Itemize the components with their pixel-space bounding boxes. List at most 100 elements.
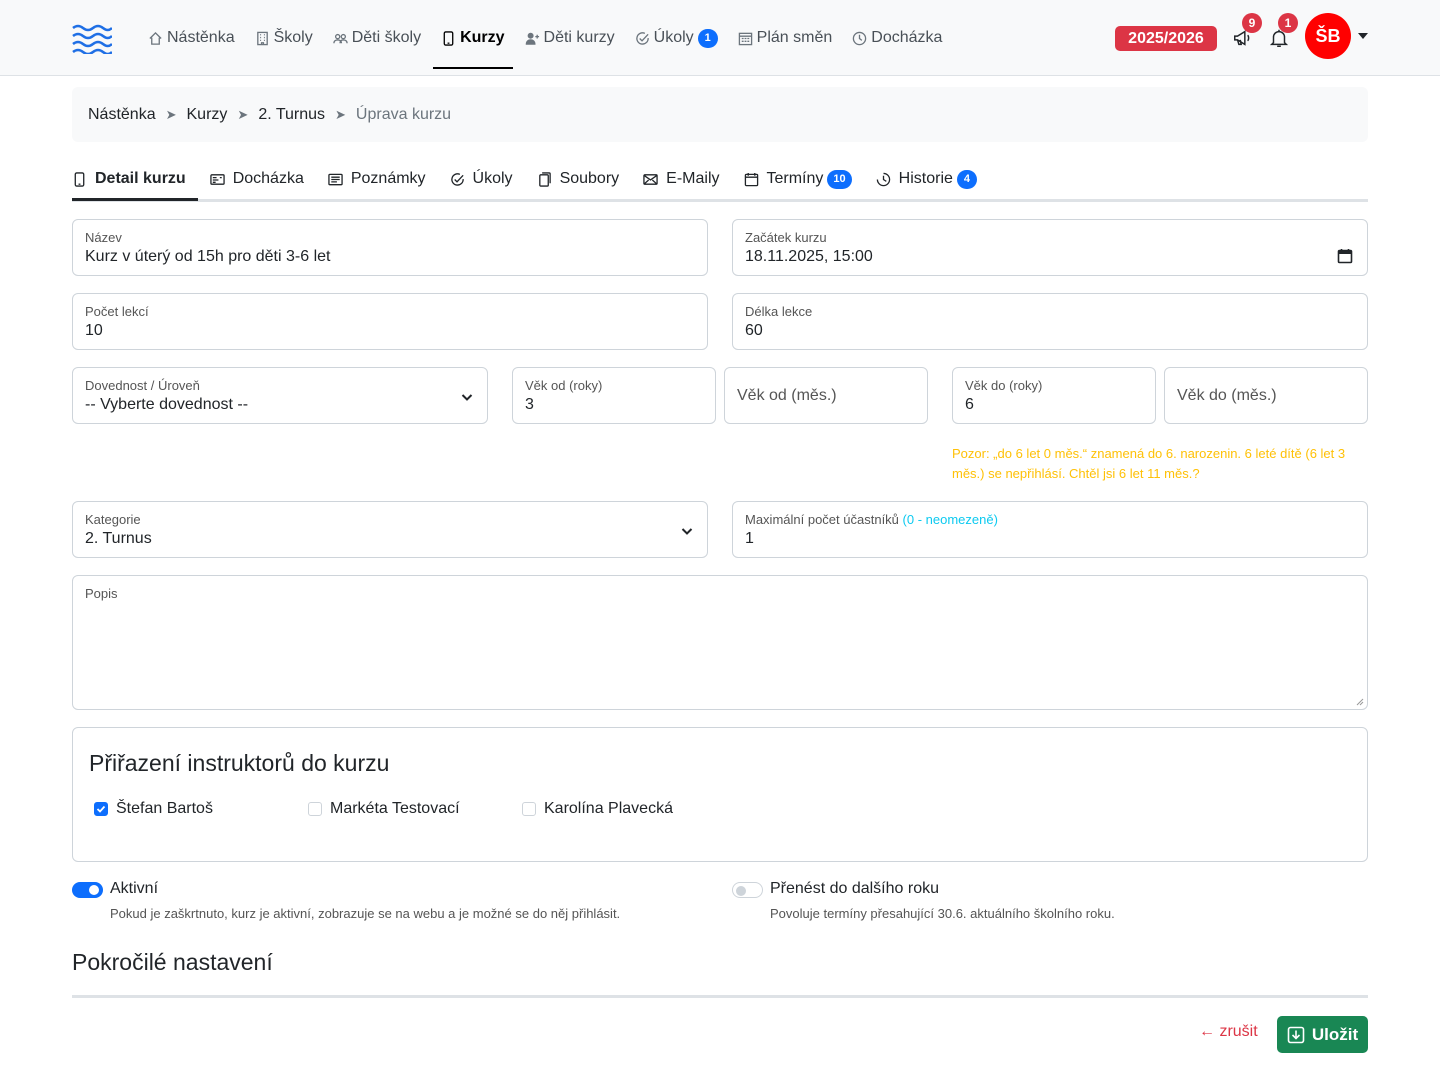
waves-logo-icon[interactable] — [72, 24, 112, 54]
category-value[interactable]: 2. Turnus — [85, 530, 152, 548]
carry-over-toggle[interactable] — [732, 882, 763, 898]
breadcrumb: Nástěnka ➤ Kurzy ➤ 2. Turnus ➤ Úprava ku… — [72, 87, 1368, 142]
course-name-field[interactable]: Název Kurz v úterý od 15h pro děti 3-6 l… — [72, 219, 708, 276]
tab-label: Termíny — [766, 170, 824, 187]
field-label: Začátek kurzu — [745, 230, 827, 245]
field-label: Délka lekce — [745, 304, 813, 319]
school-year-badge[interactable]: 2025/2026 — [1115, 26, 1217, 51]
instructor-checkbox-3[interactable]: Karolína Plavecká — [522, 800, 673, 818]
calendar-grid-icon — [738, 32, 752, 45]
nav-item-attendance[interactable]: Docházka — [844, 18, 950, 58]
tab-files[interactable]: Soubory — [537, 160, 632, 198]
tab-notes[interactable]: Poznámky — [328, 160, 438, 198]
tablet-icon — [443, 30, 454, 46]
breadcrumb-separator-icon: ➤ — [335, 106, 346, 122]
tasks-count-badge: 1 — [697, 28, 718, 48]
tab-course-detail[interactable]: Detail kurzu — [72, 160, 198, 201]
age-warning-text: Pozor: „do 6 let 0 měs.“ znamená do 6. n… — [952, 446, 1346, 481]
toggle-knob — [736, 886, 746, 896]
tab-label: Detail kurzu — [95, 170, 186, 187]
nav-item-label: Úkoly — [653, 29, 694, 46]
tab-tasks[interactable]: Úkoly — [450, 160, 525, 198]
max-participants-value[interactable]: 1 — [745, 530, 754, 548]
age-to-months-placeholder: Věk do (měs.) — [1177, 387, 1277, 404]
announcements-button[interactable]: 9 — [1232, 13, 1262, 51]
checkbox-checked-icon[interactable] — [94, 802, 108, 816]
instructor-checkbox-1[interactable]: Štefan Bartoš — [94, 800, 213, 818]
calendar-icon — [744, 172, 758, 186]
skill-level-select[interactable]: Dovednost / Úroveň -- Vyberte dovednost … — [72, 367, 488, 424]
card-icon — [209, 173, 225, 185]
max-participants-field[interactable]: Maximální počet účastníků (0 - neomezeně… — [732, 501, 1368, 558]
notifications-count-badge: 1 — [1278, 13, 1298, 33]
tab-emails[interactable]: E-Maily — [643, 160, 731, 198]
course-start-field[interactable]: Začátek kurzu 18.11.2025, 15:00 — [732, 219, 1368, 276]
toggle-knob — [89, 885, 99, 895]
tab-dates[interactable]: Termíny 10 — [744, 160, 864, 198]
checkbox-empty-icon[interactable] — [522, 802, 536, 816]
carry-over-help-text: Povoluje termíny přesahující 30.6. aktuá… — [770, 906, 1115, 921]
instructor-checkbox-2[interactable]: Markéta Testovací — [308, 800, 460, 818]
save-download-icon — [1287, 1026, 1305, 1043]
nav-item-label: Děti školy — [351, 29, 422, 46]
tab-label: Úkoly — [472, 170, 513, 187]
course-name-value[interactable]: Kurz v úterý od 15h pro děti 3-6 let — [85, 248, 330, 266]
cancel-link[interactable]: ← zrušit — [1199, 1023, 1258, 1041]
lesson-length-field[interactable]: Délka lekce 60 — [732, 293, 1368, 350]
chevron-down-icon — [461, 390, 473, 402]
age-to-years-value[interactable]: 6 — [965, 396, 974, 414]
nav-item-school-children[interactable]: Děti školy — [325, 18, 429, 58]
notifications-button[interactable]: 1 — [1268, 13, 1298, 51]
caret-down-icon[interactable] — [1358, 33, 1368, 39]
advanced-settings-title[interactable]: Pokročilé nastavení — [72, 949, 273, 976]
tab-history[interactable]: Historie 4 — [876, 160, 989, 198]
save-button-label: Uložit — [1311, 1024, 1359, 1044]
tab-label: Soubory — [559, 170, 620, 187]
category-select[interactable]: Kategorie 2. Turnus — [72, 501, 708, 558]
nav-item-dashboard[interactable]: Nástěnka — [140, 18, 243, 58]
clock-icon — [853, 31, 867, 45]
house-icon — [149, 31, 162, 45]
tablet-icon — [74, 171, 85, 187]
description-textarea[interactable]: Popis — [72, 575, 1368, 710]
age-to-years-field[interactable]: Věk do (roky) 6 — [952, 367, 1156, 424]
breadcrumb-item-category[interactable]: 2. Turnus — [258, 106, 325, 124]
nav-item-course-children[interactable]: Děti kurzy — [517, 18, 623, 58]
field-label: Maximální počet účastníků (0 - neomezeně… — [745, 512, 998, 527]
save-button[interactable]: Uložit — [1277, 1016, 1368, 1053]
age-from-years-field[interactable]: Věk od (roky) 3 — [512, 367, 716, 424]
lesson-length-value[interactable]: 60 — [745, 322, 763, 340]
instructors-panel: Přiřazení instruktorů do kurzu Štefan Ba… — [72, 727, 1368, 862]
calendar-picker-icon[interactable] — [1337, 248, 1353, 264]
age-from-years-value[interactable]: 3 — [525, 396, 534, 414]
breadcrumb-item-current: Úprava kurzu — [355, 105, 452, 123]
age-from-months-field[interactable]: Věk od (měs.) — [724, 367, 928, 424]
lesson-count-value[interactable]: 10 — [85, 322, 103, 340]
active-help-text: Pokud je zaškrtnuto, kurz je aktivní, zo… — [110, 906, 621, 921]
field-label: Počet lekcí — [85, 304, 149, 319]
nav-item-courses[interactable]: Kurzy — [433, 18, 513, 69]
checkbox-empty-icon[interactable] — [308, 802, 322, 816]
age-to-months-field[interactable]: Věk do (měs.) — [1164, 367, 1368, 424]
instructor-name: Štefan Bartoš — [116, 800, 213, 817]
instructors-title: Přiřazení instruktorů do kurzu — [89, 750, 390, 776]
course-start-value[interactable]: 18.11.2025, 15:00 — [745, 248, 873, 266]
resize-grip-icon[interactable] — [1356, 698, 1364, 706]
nav-item-tasks[interactable]: Úkoly 1 — [627, 18, 726, 58]
instructor-name: Markéta Testovací — [330, 800, 460, 817]
field-label: Věk od (roky) — [525, 378, 603, 393]
breadcrumb-item-courses[interactable]: Kurzy — [187, 106, 228, 124]
nav-item-schools[interactable]: Školy — [247, 18, 321, 58]
breadcrumb-separator-icon: ➤ — [237, 106, 249, 122]
breadcrumb-item-dashboard[interactable]: Nástěnka — [88, 106, 156, 124]
nav-item-label: Děti kurzy — [543, 29, 615, 46]
tab-label: Historie — [898, 170, 953, 187]
nav-item-shift-plan[interactable]: Plán směn — [730, 18, 841, 58]
active-toggle[interactable] — [72, 882, 103, 898]
lesson-count-field[interactable]: Počet lekcí 10 — [72, 293, 708, 350]
skill-level-value[interactable]: -- Vyberte dovednost -- — [85, 396, 248, 414]
field-label: Název — [85, 230, 122, 245]
user-avatar[interactable]: ŠB — [1305, 13, 1351, 59]
history-count-badge: 4 — [956, 169, 977, 189]
tab-attendance[interactable]: Docházka — [209, 160, 316, 198]
